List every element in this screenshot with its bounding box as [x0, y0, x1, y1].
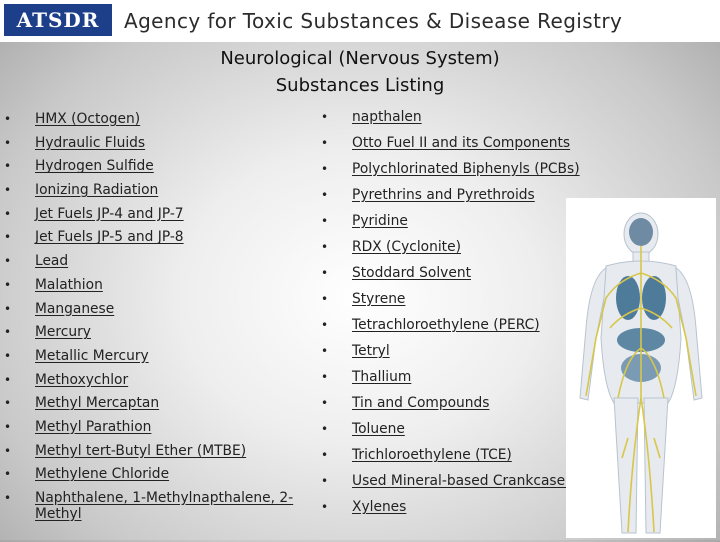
- substance-link[interactable]: Methyl Parathion: [35, 419, 151, 435]
- substance-link[interactable]: Hydraulic Fluids: [35, 135, 145, 151]
- substance-link[interactable]: Ionizing Radiation: [35, 182, 158, 198]
- bullet-icon: •: [4, 183, 12, 198]
- left-substance-item: • Manganese: [4, 301, 335, 325]
- left-substance-item: • HMX (Octogen): [4, 111, 335, 135]
- left-substance-item: • Methyl Mercaptan: [4, 395, 335, 419]
- substance-link[interactable]: Toluene: [352, 421, 405, 437]
- left-substance-item: • Jet Fuels JP-5 and JP-8: [4, 229, 335, 253]
- title-line-2: Substances Listing: [275, 75, 445, 96]
- substance-link[interactable]: napthalen: [352, 109, 422, 125]
- bullet-icon: •: [4, 159, 12, 174]
- right-substance-item: • Otto Fuel II and its Components: [321, 135, 652, 161]
- bullet-icon: •: [4, 325, 12, 340]
- bullet-icon: •: [4, 467, 12, 482]
- substance-link[interactable]: Pyridine: [352, 213, 408, 229]
- bullet-icon: •: [4, 254, 12, 269]
- bullet-icon: •: [4, 301, 12, 316]
- bullet-icon: •: [321, 344, 329, 358]
- bullet-icon: •: [321, 214, 329, 228]
- left-substance-item: • Metallic Mercury: [4, 348, 335, 372]
- bullet-icon: •: [321, 110, 329, 124]
- left-substance-item: • Lead: [4, 253, 335, 277]
- bullet-icon: •: [321, 318, 329, 332]
- substance-link[interactable]: Mercury: [35, 324, 91, 340]
- substance-link[interactable]: Jet Fuels JP-5 and JP-8: [35, 229, 184, 245]
- agency-name: Agency for Toxic Substances & Disease Re…: [124, 9, 623, 33]
- atsdr-logo: ATSDR: [4, 4, 112, 36]
- bullet-icon: •: [321, 162, 329, 176]
- substance-link[interactable]: Xylenes: [352, 499, 406, 515]
- substance-link[interactable]: Metallic Mercury: [35, 348, 149, 364]
- substance-link[interactable]: Jet Fuels JP-4 and JP-7: [35, 206, 184, 222]
- left-substance-item: • Hydrogen Sulfide: [4, 158, 335, 182]
- bullet-icon: •: [321, 266, 329, 280]
- bullet-icon: •: [321, 422, 329, 436]
- bullet-icon: •: [4, 230, 12, 245]
- substance-link[interactable]: Methylene Chloride: [35, 466, 169, 482]
- substance-link[interactable]: Tin and Compounds: [352, 395, 489, 411]
- left-substance-item: • Methoxychlor: [4, 372, 335, 396]
- bullet-icon: •: [321, 500, 329, 514]
- substance-link[interactable]: Methoxychlor: [35, 372, 128, 388]
- substance-link[interactable]: HMX (Octogen): [35, 111, 140, 127]
- substance-link[interactable]: Hydrogen Sulfide: [35, 158, 154, 174]
- substance-link[interactable]: Lead: [35, 253, 68, 269]
- bullet-icon: •: [4, 419, 12, 434]
- bullet-icon: •: [4, 491, 12, 505]
- left-substance-item: • Mercury: [4, 324, 335, 348]
- left-substance-item: • Methyl Parathion: [4, 419, 335, 443]
- substance-link[interactable]: Methyl tert-Butyl Ether (MTBE): [35, 443, 246, 459]
- substance-link[interactable]: Methyl Mercaptan: [35, 395, 159, 411]
- bullet-icon: •: [321, 370, 329, 384]
- substance-link[interactable]: Naphthalene, 1-Methylnapthalene, 2-Methy…: [35, 490, 293, 522]
- substance-link[interactable]: Otto Fuel II and its Components: [352, 135, 570, 151]
- bullet-icon: •: [4, 277, 12, 292]
- left-substance-item: • Ionizing Radiation: [4, 182, 335, 206]
- bullet-icon: •: [321, 240, 329, 254]
- bullet-icon: •: [4, 112, 12, 126]
- title-line-1: Neurological (Nervous System): [220, 48, 500, 69]
- bullet-icon: •: [4, 396, 12, 411]
- right-substance-item: • napthalen: [321, 109, 652, 135]
- substance-link[interactable]: Used Mineral-based Crankcase Oil: [352, 473, 588, 489]
- substance-link[interactable]: RDX (Cyclonite): [352, 239, 461, 255]
- left-substance-list: • HMX (Octogen) • Hydraulic Fluids • Hydrogen…: [4, 111, 335, 522]
- logo-text: ATSDR: [16, 8, 100, 32]
- bullet-icon: •: [321, 396, 329, 410]
- substance-link[interactable]: Trichloroethylene (TCE): [352, 447, 512, 463]
- bullet-icon: •: [321, 292, 329, 306]
- bullet-icon: •: [321, 448, 329, 462]
- substance-link[interactable]: Styrene: [352, 291, 405, 307]
- bullet-icon: •: [321, 474, 329, 488]
- substance-link[interactable]: Manganese: [35, 301, 114, 317]
- nervous-system-illustration: [579, 212, 703, 534]
- bullet-icon: •: [4, 372, 12, 387]
- left-substance-item: • Methyl tert-Butyl Ether (MTBE): [4, 443, 335, 467]
- left-substance-item: • Malathion: [4, 277, 335, 301]
- bullet-icon: •: [321, 188, 329, 202]
- substance-link[interactable]: Stoddard Solvent: [352, 265, 471, 281]
- bullet-icon: •: [4, 135, 12, 150]
- right-substance-item: • Polychlorinated Biphenyls (PCBs): [321, 161, 652, 187]
- page-title: Neurological (Nervous System) Substances…: [0, 45, 720, 99]
- left-substance-item: • Methylene Chloride: [4, 466, 335, 490]
- substance-link[interactable]: Malathion: [35, 277, 103, 293]
- agency-banner: ATSDR Agency for Toxic Substances & Dise…: [0, 0, 720, 42]
- substance-link[interactable]: Polychlorinated Biphenyls (PCBs): [352, 161, 580, 177]
- substance-link[interactable]: Tetrachloroethylene (PERC): [352, 317, 540, 333]
- left-substance-item: • Jet Fuels JP-4 and JP-7: [4, 206, 335, 230]
- bullet-icon: •: [4, 443, 12, 458]
- left-substance-item: • Naphthalene, 1-Methylnapthalene, 2-Meth…: [4, 490, 320, 522]
- substance-link[interactable]: Pyrethrins and Pyrethroids: [352, 187, 535, 203]
- nervous-system-figure: [566, 198, 716, 538]
- left-substance-item: • Hydraulic Fluids: [4, 135, 335, 159]
- bullet-icon: •: [321, 136, 329, 150]
- substance-link[interactable]: Thallium: [352, 369, 411, 385]
- bullet-icon: •: [4, 348, 12, 363]
- bullet-icon: •: [4, 206, 12, 221]
- substance-link[interactable]: Tetryl: [352, 343, 390, 359]
